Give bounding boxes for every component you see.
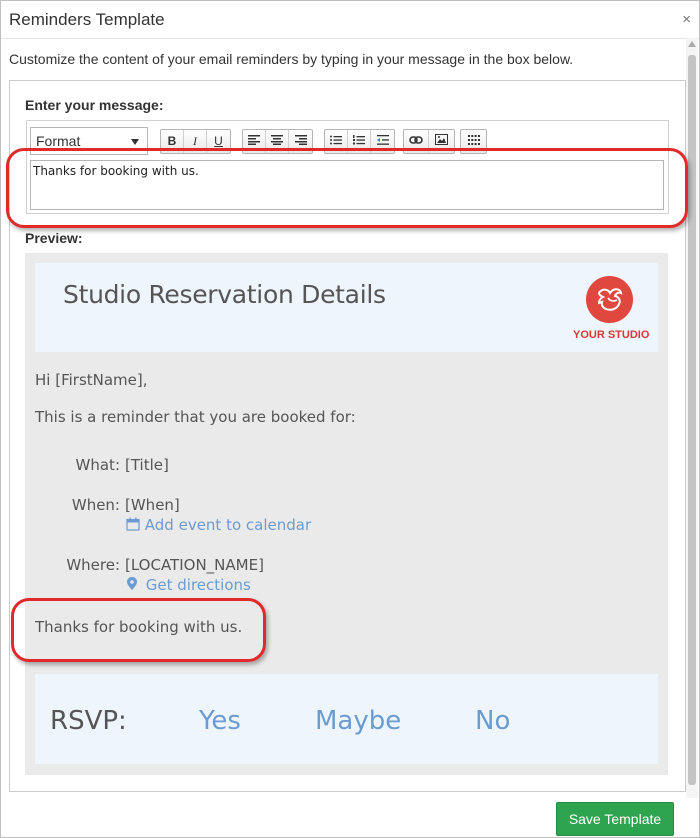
align-center-icon — [271, 135, 283, 145]
add-to-calendar-link[interactable]: Add event to calendar — [126, 516, 311, 534]
map-pin-icon — [127, 577, 137, 590]
logo-text: YOUR STUDIO — [573, 329, 650, 341]
align-right-icon — [294, 135, 307, 145]
studio-logo — [586, 276, 633, 323]
message-editor[interactable]: Thanks for booking with us. — [30, 160, 664, 210]
outdent-icon — [376, 135, 389, 145]
format-select-value: Format — [36, 133, 81, 149]
preview-intro: This is a reminder that you are booked f… — [35, 408, 356, 426]
dialog-title: Reminders Template — [9, 10, 165, 29]
intro-text: Customize the content of your email remi… — [9, 51, 574, 67]
get-directions-link[interactable]: Get directions — [127, 576, 251, 594]
insert-group — [403, 129, 455, 154]
get-directions-text: Get directions — [145, 576, 251, 594]
numbered-list-icon — [353, 135, 365, 145]
preview-label: Preview: — [25, 230, 83, 246]
calendar-icon — [126, 517, 140, 531]
preview-title: Studio Reservation Details — [63, 280, 386, 309]
preview-message: Thanks for booking with us. — [35, 618, 243, 636]
chevron-down-icon — [131, 139, 139, 145]
outdent-button[interactable] — [371, 130, 394, 153]
when-value: [When] — [125, 496, 180, 514]
align-center-button[interactable] — [266, 130, 289, 153]
align-group — [242, 129, 313, 154]
dialog-titlebar: Reminders Template × — [1, 1, 699, 39]
message-label: Enter your message: — [25, 97, 164, 113]
what-label: What: — [75, 456, 120, 474]
preview-greeting: Hi [FirstName], — [35, 371, 148, 389]
message-editor-text: Thanks for booking with us. — [33, 164, 199, 178]
numbered-list-button[interactable] — [348, 130, 371, 153]
add-to-calendar-text: Add event to calendar — [144, 516, 312, 534]
close-icon[interactable]: × — [682, 11, 691, 28]
bird-logo-icon — [597, 288, 623, 311]
where-label: Where: — [66, 556, 120, 574]
insert-link-button[interactable] — [404, 130, 429, 153]
scroll-up-arrow-icon[interactable] — [688, 41, 696, 47]
text-style-group: B I U — [160, 129, 231, 154]
align-right-button[interactable] — [289, 130, 312, 153]
italic-button[interactable]: I — [184, 130, 207, 153]
bullet-list-icon — [330, 135, 342, 145]
what-value: [Title] — [125, 456, 169, 474]
table-grid-icon — [467, 135, 480, 145]
align-left-button[interactable] — [243, 130, 266, 153]
rsvp-maybe-link[interactable]: Maybe — [315, 706, 401, 736]
image-icon — [435, 134, 448, 145]
scrollbar-thumb[interactable] — [688, 55, 696, 785]
align-left-icon — [248, 135, 260, 145]
rsvp-label: RSVP: — [50, 706, 127, 736]
underline-button[interactable]: U — [207, 130, 230, 153]
bullet-list-button[interactable] — [325, 130, 348, 153]
format-select[interactable]: Format — [30, 127, 148, 155]
insert-image-button[interactable] — [429, 130, 454, 153]
bold-button[interactable]: B — [161, 130, 184, 153]
link-icon — [409, 136, 423, 144]
when-label: When: — [71, 496, 120, 514]
save-template-button[interactable]: Save Template — [556, 802, 674, 836]
list-group — [324, 129, 395, 154]
insert-table-button[interactable] — [461, 130, 486, 153]
rsvp-yes-link[interactable]: Yes — [199, 706, 241, 736]
rsvp-no-link[interactable]: No — [475, 706, 510, 736]
table-group — [460, 129, 487, 154]
where-value: [LOCATION_NAME] — [125, 556, 264, 574]
